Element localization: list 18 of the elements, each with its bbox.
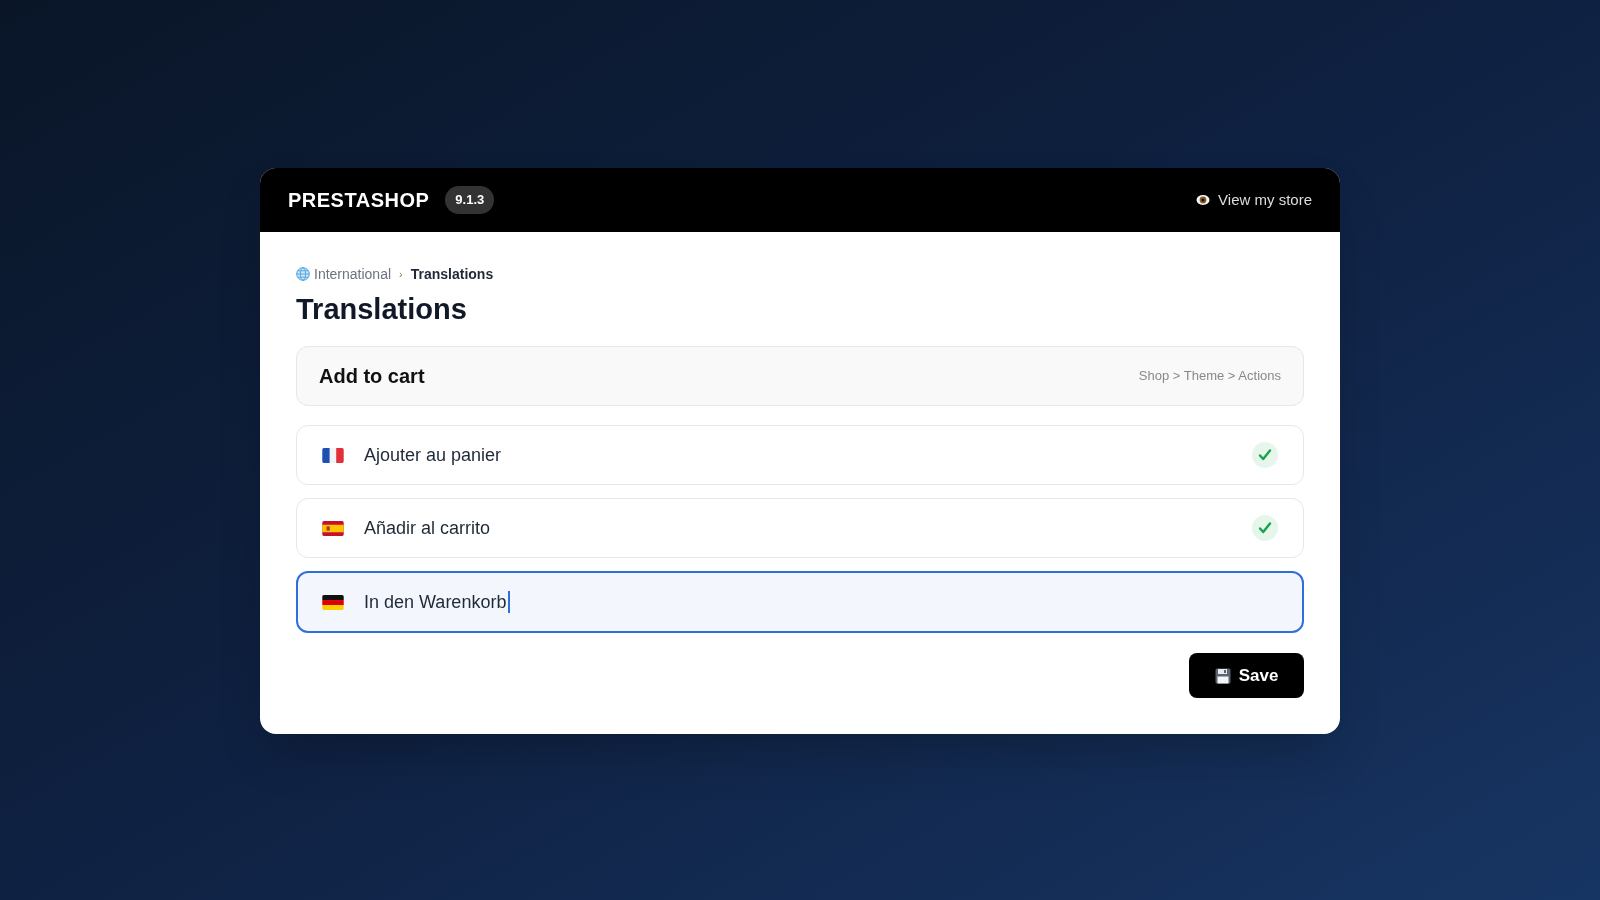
breadcrumb-link[interactable]: International <box>296 263 392 285</box>
globe-icon <box>296 267 310 281</box>
version-badge: 9.1.3 <box>445 186 495 214</box>
context-path: Shop > Theme > Actions <box>1138 367 1281 386</box>
translation-text: Añadir al carrito <box>364 516 491 540</box>
translation-row[interactable]: Ajouter au panier <box>296 425 1304 485</box>
current-page-label: Translations <box>410 264 494 284</box>
save-button[interactable]: Save <box>1189 653 1304 698</box>
translation-text: Ajouter au panier <box>364 443 502 467</box>
translation-row[interactable]: Añadir al carrito <box>296 498 1304 558</box>
page-title: Translations <box>296 292 468 327</box>
eye-icon <box>1196 194 1211 206</box>
source-text: Add to cart <box>319 364 425 389</box>
view-store-link[interactable]: View my store <box>1196 188 1312 212</box>
breadcrumb-separator: › <box>399 266 403 282</box>
logo-text: PRESTASHOP <box>288 188 430 213</box>
input-field[interactable]: In den Warenkorb <box>296 571 1304 633</box>
text-cursor <box>508 591 511 613</box>
